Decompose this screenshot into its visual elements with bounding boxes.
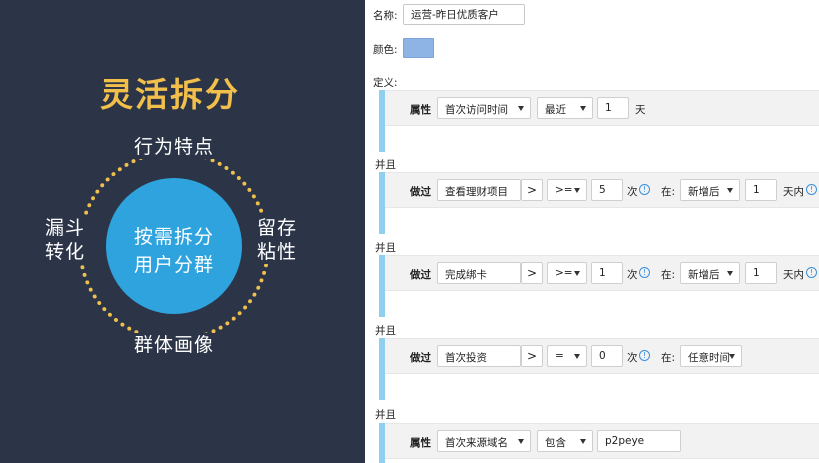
attribute-select[interactable]: 首次访问时间: [437, 97, 531, 119]
chevron-down-icon: [518, 106, 524, 111]
range-select[interactable]: 任意时间: [680, 345, 742, 367]
condition-row: 做过 首次投资 > = 0 次 ! 在: 任意时间: [385, 338, 819, 374]
operator-select[interactable]: 包含: [537, 430, 593, 452]
operator-select[interactable]: >=: [547, 179, 587, 201]
and-label: 并且: [375, 242, 396, 254]
and-label: 并且: [375, 325, 396, 337]
chevron-down-icon: [727, 271, 733, 276]
chevron-down-icon: [574, 271, 580, 276]
info-icon[interactable]: !: [639, 184, 650, 195]
and-label: 并且: [375, 159, 396, 171]
chevron-down-icon: [727, 188, 733, 193]
range-unit-label: 天内: [783, 186, 804, 198]
condition-kind: 做过: [410, 186, 431, 198]
chevron-down-icon: [729, 354, 735, 359]
operator-select-value: >=: [555, 267, 573, 279]
promo-panel: 灵活拆分 按需拆分 用户分群 行为特点 群体画像 漏斗 转化 留存 粘性: [0, 0, 365, 463]
chevron-down-icon: [574, 188, 580, 193]
range-unit-label: 天内: [783, 269, 804, 281]
in-label: 在:: [661, 186, 676, 198]
condition-row: 属性 首次访问时间 最近 1 天: [385, 90, 819, 126]
condition-1: 属性 首次访问时间 最近 1 天: [379, 90, 819, 152]
operator-select-value: 包含: [545, 437, 566, 449]
promo-title: 灵活拆分: [100, 75, 240, 114]
in-label: 在:: [661, 352, 676, 364]
condition-4: 做过 首次投资 > = 0 次 ! 在: 任意时间: [379, 338, 819, 400]
range-value-input[interactable]: 1: [745, 179, 777, 201]
label-portrait: 群体画像: [130, 333, 218, 357]
event-select[interactable]: 首次投资: [437, 345, 521, 367]
condition-kind: 属性: [410, 104, 431, 116]
event-select[interactable]: 完成绑卡: [437, 262, 521, 284]
condition-3: 做过 完成绑卡 > >= 1 次 ! 在: 新增后 1 天内 !: [379, 255, 819, 317]
label-retention-line-2: 粘性: [256, 241, 297, 263]
event-expand-button[interactable]: >: [521, 262, 543, 284]
operator-select[interactable]: 最近: [537, 97, 593, 119]
operator-select-value: 最近: [545, 104, 566, 116]
color-label: 颜色:: [373, 44, 398, 56]
range-select-value: 新增后: [688, 186, 720, 198]
attribute-select[interactable]: 首次来源域名: [437, 430, 531, 452]
range-select-value: 新增后: [688, 269, 720, 281]
range-value-input[interactable]: 1: [745, 262, 777, 284]
label-funnel-line-1: 漏斗: [44, 217, 85, 239]
event-expand-button[interactable]: >: [521, 179, 543, 201]
value-input[interactable]: 1: [597, 97, 629, 119]
info-icon[interactable]: !: [639, 267, 650, 278]
condition-2: 做过 查看理财项目 > >= 5 次 ! 在: 新增后 1 天内 !: [379, 172, 819, 234]
count-input[interactable]: 0: [591, 345, 623, 367]
definition-label: 定义:: [373, 77, 398, 89]
unit-label: 天: [635, 104, 646, 116]
operator-select-value: =: [555, 350, 564, 362]
operator-select[interactable]: =: [547, 345, 587, 367]
count-input[interactable]: 5: [591, 179, 623, 201]
unit-label: 次: [627, 186, 638, 198]
range-select[interactable]: 新增后: [680, 179, 740, 201]
event-expand-button[interactable]: >: [521, 345, 543, 367]
chevron-down-icon: [574, 354, 580, 359]
unit-label: 次: [627, 352, 638, 364]
info-icon[interactable]: !: [639, 350, 650, 361]
condition-row: 做过 查看理财项目 > >= 5 次 ! 在: 新增后 1 天内 !: [385, 172, 819, 208]
unit-label: 次: [627, 269, 638, 281]
center-text-line-1: 按需拆分: [133, 226, 214, 248]
event-select[interactable]: 查看理财项目: [437, 179, 521, 201]
in-label: 在:: [661, 269, 676, 281]
count-input[interactable]: 1: [591, 262, 623, 284]
label-funnel: 漏斗 转化: [42, 216, 88, 264]
condition-5: 属性 首次来源域名 包含 p2peye: [379, 423, 819, 463]
chevron-down-icon: [580, 439, 586, 444]
operator-select[interactable]: >=: [547, 262, 587, 284]
condition-kind: 做过: [410, 352, 431, 364]
label-retention: 留存 粘性: [254, 216, 300, 264]
color-swatch[interactable]: [403, 38, 434, 58]
operator-select-value: >=: [555, 184, 573, 196]
and-label: 并且: [375, 409, 396, 421]
condition-kind: 属性: [410, 437, 431, 449]
center-text-line-2: 用户分群: [133, 254, 214, 276]
range-select-value: 任意时间: [688, 352, 730, 364]
label-retention-line-1: 留存: [256, 217, 297, 239]
chevron-down-icon: [518, 439, 524, 444]
chevron-down-icon: [580, 106, 586, 111]
info-icon[interactable]: !: [806, 267, 817, 278]
label-funnel-line-2: 转化: [44, 241, 85, 263]
range-select[interactable]: 新增后: [680, 262, 740, 284]
attribute-select-value: 首次来源域名: [445, 437, 508, 449]
name-label: 名称:: [373, 10, 398, 22]
attribute-select-value: 首次访问时间: [445, 104, 508, 116]
info-icon[interactable]: !: [806, 184, 817, 195]
segment-editor: 名称: 颜色: 定义: 属性 首次访问时间 最近 1 天 并且 做过 查看理财项…: [365, 0, 819, 463]
value-input[interactable]: p2peye: [597, 430, 681, 452]
segment-name-input[interactable]: [403, 4, 525, 25]
condition-kind: 做过: [410, 269, 431, 281]
condition-row: 做过 完成绑卡 > >= 1 次 ! 在: 新增后 1 天内 !: [385, 255, 819, 291]
label-behavior: 行为特点: [130, 135, 218, 159]
condition-row: 属性 首次来源域名 包含 p2peye: [385, 423, 819, 459]
